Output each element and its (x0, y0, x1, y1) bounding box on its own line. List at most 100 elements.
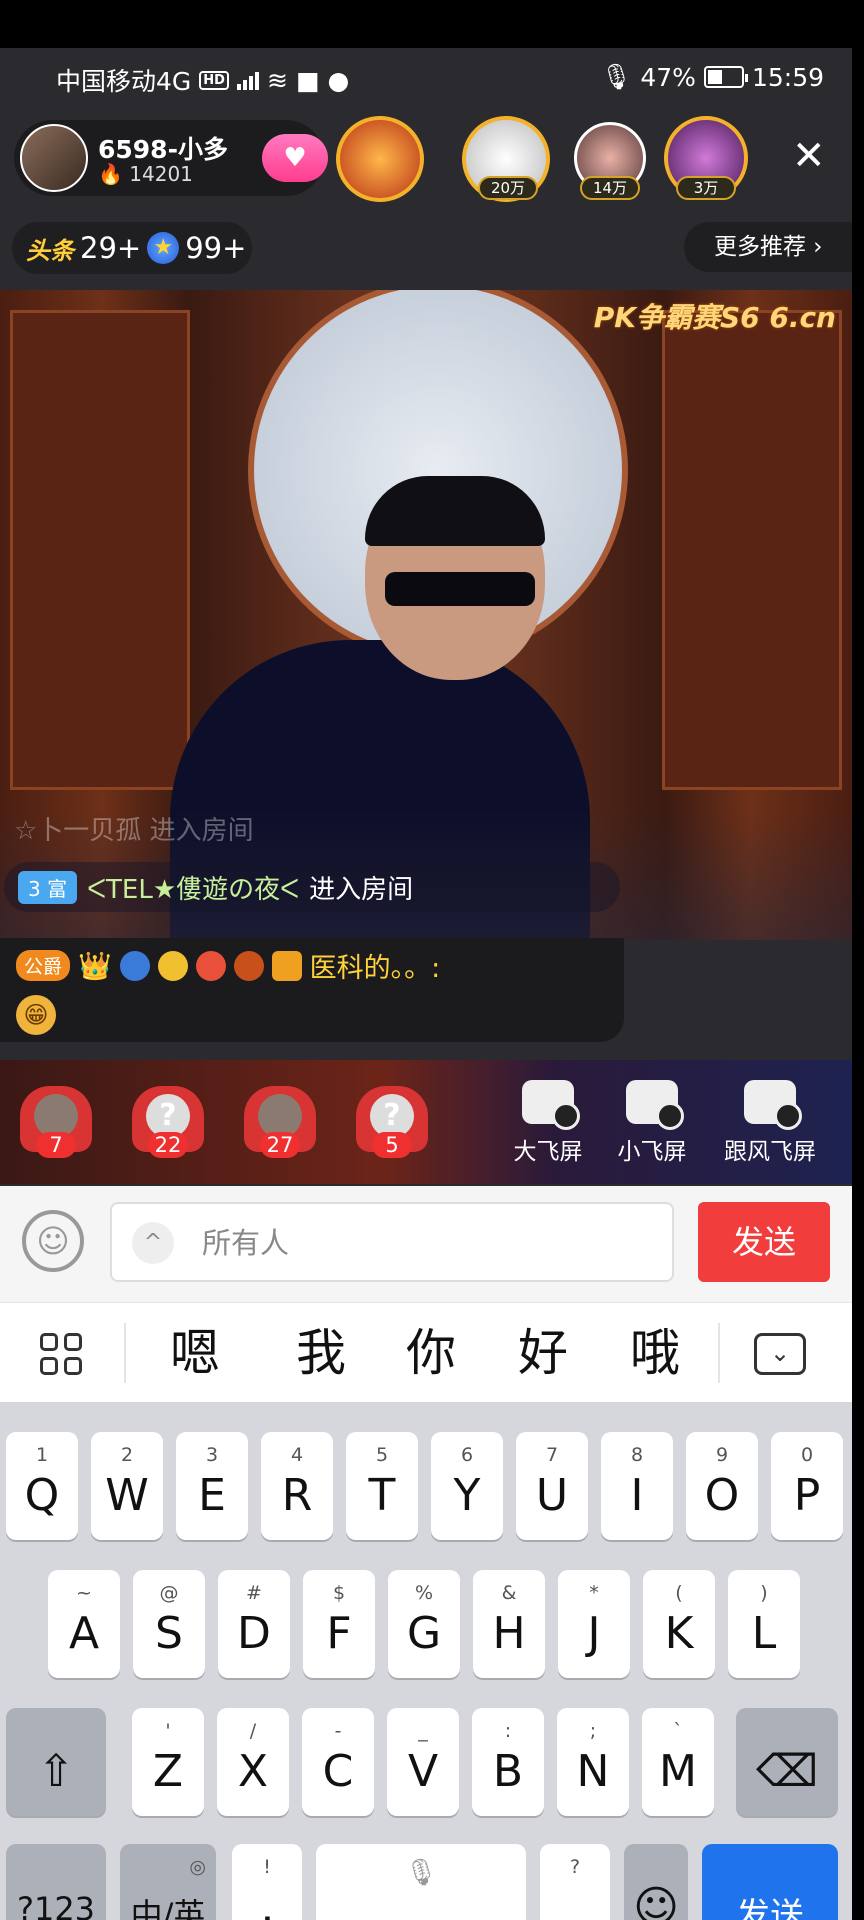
key-a[interactable]: ~ A (48, 1570, 120, 1678)
wealth-badge: 3 富 (18, 870, 78, 904)
small-fly-screen-button[interactable]: 小飞屏 (602, 1080, 702, 1166)
shift-key[interactable]: ⇧ (6, 1708, 106, 1816)
key-g[interactable]: % G (388, 1570, 460, 1678)
rocket-icon (522, 1080, 580, 1130)
candidate-word[interactable]: 我 (296, 1323, 346, 1383)
language-key[interactable]: ◎ 中/英 (120, 1844, 216, 1920)
key-h[interactable]: & H (473, 1570, 545, 1678)
follow-fly-screen-button[interactable]: 跟风飞屏 (710, 1080, 830, 1166)
chat-message: 公爵 👑 医科的。。: 😁 (0, 938, 624, 1042)
key-v[interactable]: _ V (387, 1708, 459, 1816)
key-alt-char: _ (418, 1720, 428, 1742)
key-j[interactable]: * J (558, 1570, 630, 1678)
right-cabinet (662, 310, 842, 790)
language-key-label: 中/英 (130, 1896, 206, 1920)
anchor-avatar[interactable] (20, 124, 88, 192)
key-x[interactable]: / X (217, 1708, 289, 1816)
video-icon: ■ (295, 65, 320, 95)
emoji-button[interactable]: ☺ (22, 1210, 84, 1272)
enter-text: 进入房间 (309, 874, 414, 905)
key-char: B (492, 1746, 524, 1797)
carrier-label: 中国移动4G (56, 67, 192, 96)
chat-input[interactable] (202, 1218, 642, 1268)
key-z[interactable]: ' Z (132, 1708, 204, 1816)
duke-badge: 公爵 (16, 950, 71, 981)
key-char: P (793, 1470, 821, 1521)
follow-heart-button[interactable]: ♥ (262, 134, 328, 182)
key-alt-char: & (501, 1582, 517, 1604)
key-char: R (281, 1470, 313, 1521)
rank-badge-3: 3万 (676, 176, 736, 200)
candidate-word[interactable]: 你 (406, 1323, 456, 1383)
gift-slot[interactable]: ? 22 (120, 1086, 216, 1158)
key-q[interactable]: 1Q (6, 1432, 78, 1540)
key-m[interactable]: ` M (642, 1708, 714, 1816)
wechat-icon: ● (327, 65, 350, 95)
medal-icon-5 (271, 950, 302, 981)
key-e[interactable]: 3E (176, 1432, 248, 1540)
key-alt-char: ; (589, 1720, 597, 1742)
key-u[interactable]: 7U (516, 1432, 588, 1540)
keyboard-hide-icon[interactable]: ⌄ (754, 1333, 806, 1375)
medal-icon-2 (157, 950, 188, 981)
smiley-icon: ☺ (633, 1882, 679, 1920)
big-fly-screen-button[interactable]: 大飞屏 (498, 1080, 598, 1166)
candidate-word[interactable]: 嗯 (170, 1323, 220, 1383)
key-p[interactable]: 0P (771, 1432, 843, 1540)
send-button[interactable]: 发送 (698, 1202, 830, 1282)
chat-input-field[interactable]: ^ (110, 1202, 674, 1282)
key-y[interactable]: 6Y (431, 1432, 503, 1540)
key-o[interactable]: 9O (686, 1432, 758, 1540)
gift-slot[interactable]: 7 (8, 1086, 104, 1158)
key-k[interactable]: (K (643, 1570, 715, 1678)
key-char: J (587, 1608, 601, 1659)
fly-label: 大飞屏 (513, 1139, 583, 1165)
key-l[interactable]: ) L (728, 1570, 800, 1678)
chevron-up-icon[interactable]: ^ (132, 1222, 174, 1264)
chat-enter-notice: 3 富 ᐸTEL★僂遊の夜ᐸ 进入房间 (4, 862, 620, 912)
key-n[interactable]: ; N (557, 1708, 629, 1816)
gift-slot[interactable]: ? 5 (344, 1086, 440, 1158)
grid-menu-icon[interactable] (40, 1333, 82, 1375)
key-d[interactable]: # D (218, 1570, 290, 1678)
gift-count: 27 (260, 1132, 300, 1158)
key-char: C (322, 1746, 354, 1797)
mic-icon: 🎙 (404, 1858, 438, 1888)
close-button[interactable]: ✕ (792, 136, 826, 176)
candidate-word[interactable]: 哦 (630, 1323, 680, 1383)
key-char: T (368, 1470, 396, 1521)
gift-slot[interactable]: 27 (232, 1086, 328, 1158)
key-char: G (406, 1608, 442, 1659)
key-f[interactable]: $ F (303, 1570, 375, 1678)
keyboard-send-key[interactable]: 发送 (702, 1844, 838, 1920)
symbol-key[interactable]: ?123 (6, 1844, 106, 1920)
status-bar: 中国移动4G HD ≋ ■ ● 🎙 47% 15:59 (0, 48, 852, 110)
period-key[interactable]: ?。 (540, 1844, 610, 1920)
key-r[interactable]: 4R (261, 1432, 333, 1540)
key-b[interactable]: :B (472, 1708, 544, 1816)
key-alt-char: * (589, 1582, 599, 1604)
key-c[interactable]: -C (302, 1708, 374, 1816)
medal-icon-1 (119, 950, 150, 981)
key-w[interactable]: 2W (91, 1432, 163, 1540)
enter-user[interactable]: ᐸTEL★僂遊の夜ᐸ (87, 869, 299, 906)
key-alt-char: 2 (120, 1444, 134, 1466)
space-key[interactable]: 🎙 (316, 1844, 526, 1920)
anchor-info[interactable]: 6598-小多 🔥 14201 ♥ (14, 120, 328, 196)
key-char: Y (453, 1470, 481, 1521)
medal-icon-3 (195, 950, 226, 981)
guard-avatar[interactable] (336, 116, 424, 202)
anchor-name: 6598-小多 (98, 135, 228, 164)
more-recommend-button[interactable]: 更多推荐 › (684, 222, 852, 272)
rank-badge-2: 14万 (580, 176, 640, 200)
candidate-word[interactable]: 好 (518, 1323, 568, 1383)
key-i[interactable]: 8I (601, 1432, 673, 1540)
emoji-key[interactable]: ☺ (624, 1844, 688, 1920)
period-key-alt: ? (569, 1856, 581, 1878)
headline-bar[interactable]: 头条 29+ ★ 99+ (12, 222, 252, 274)
backspace-key[interactable]: ⌫ (736, 1708, 838, 1816)
key-char: F (326, 1608, 352, 1659)
comma-key[interactable]: !, (232, 1844, 302, 1920)
key-s[interactable]: @ S (133, 1570, 205, 1678)
key-t[interactable]: 5T (346, 1432, 418, 1540)
